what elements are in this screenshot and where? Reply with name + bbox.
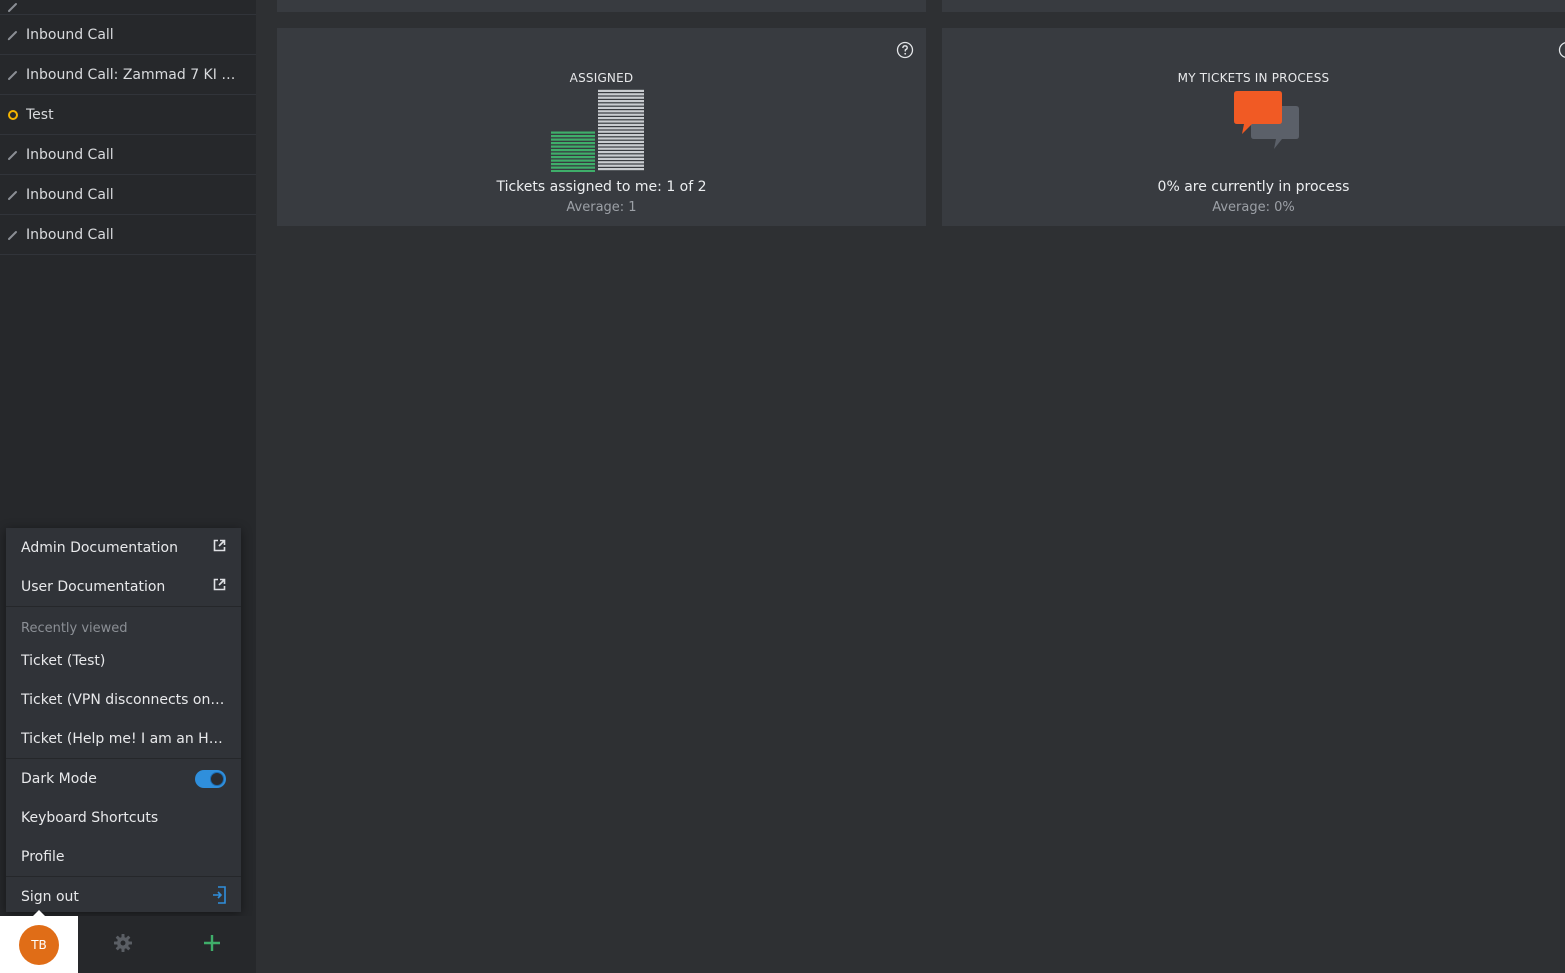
tab-label: Inbound Call: Zammad 7 KI — De... xyxy=(26,66,246,83)
stat-card-partial xyxy=(277,0,926,12)
tab-label: Test xyxy=(26,106,54,123)
dark-mode-item[interactable]: Dark Mode xyxy=(6,759,241,798)
tab-item[interactable]: Inbound Call: Zammad 7 KI — De... xyxy=(0,55,256,95)
tab-item[interactable]: Inbound Call xyxy=(0,15,256,55)
recent-item-label: Ticket (VPN disconnects on Te... xyxy=(21,691,226,708)
sign-out-label: Sign out xyxy=(21,888,79,905)
recent-item[interactable]: Ticket (Test) xyxy=(6,641,241,680)
profile-item[interactable]: Profile xyxy=(6,837,241,876)
keyboard-shortcuts-label: Keyboard Shortcuts xyxy=(21,809,159,826)
assigned-stat-card: ASSIGNED Tickets assigned to me: 1 of 2 … xyxy=(277,28,926,226)
user-avatar-button[interactable]: TB xyxy=(0,910,78,973)
avatar: TB xyxy=(19,924,59,965)
help-icon[interactable] xyxy=(1558,41,1565,63)
dark-mode-toggle[interactable] xyxy=(195,769,226,788)
stat-title: ASSIGNED xyxy=(569,71,634,85)
help-icon[interactable] xyxy=(896,41,914,63)
tab-label: Inbound Call xyxy=(26,186,114,203)
user-documentation-link[interactable]: User Documentation xyxy=(6,567,241,606)
recent-item[interactable]: Ticket (Help me! I am an Hello ... xyxy=(6,719,241,758)
toggle-knob xyxy=(210,771,224,786)
sign-out-icon xyxy=(212,885,226,908)
stat-title: MY TICKETS IN PROCESS xyxy=(1177,71,1330,85)
tab-item-partial[interactable] xyxy=(0,0,256,15)
recently-viewed-heading: Recently viewed xyxy=(21,621,128,636)
stat-card-partial xyxy=(942,0,1565,12)
tab-item[interactable]: Inbound Call xyxy=(0,175,256,215)
tab-item[interactable]: Inbound Call xyxy=(0,135,256,175)
recent-item-label: Ticket (Test) xyxy=(21,652,106,669)
ticket-stack-icon xyxy=(550,84,650,176)
user-documentation-label: User Documentation xyxy=(21,578,166,595)
chat-bubbles-icon xyxy=(1232,88,1302,162)
pencil-icon xyxy=(6,228,20,242)
tab-label: Inbound Call xyxy=(26,146,114,163)
pencil-icon xyxy=(6,148,20,162)
assigned-average-text: Average: 1 xyxy=(566,200,637,215)
user-menu: Admin Documentation User Documentation R… xyxy=(6,528,241,912)
recent-item-label: Ticket (Help me! I am an Hello ... xyxy=(21,730,226,747)
in-process-average-text: Average: 0% xyxy=(1212,200,1295,215)
gear-icon xyxy=(113,933,133,957)
pencil-icon xyxy=(6,28,20,42)
admin-documentation-link[interactable]: Admin Documentation xyxy=(6,528,241,567)
pencil-icon xyxy=(6,0,20,14)
tab-label: Inbound Call xyxy=(26,226,114,243)
admin-documentation-label: Admin Documentation xyxy=(21,539,178,556)
menu-caret xyxy=(33,910,45,916)
profile-label: Profile xyxy=(21,848,65,865)
dark-mode-label: Dark Mode xyxy=(21,770,97,787)
settings-button[interactable] xyxy=(78,916,167,973)
tab-label: Inbound Call xyxy=(26,26,114,43)
tab-item[interactable]: Test xyxy=(0,95,256,135)
tab-item[interactable]: Inbound Call xyxy=(0,215,256,255)
assigned-main-text: Tickets assigned to me: 1 of 2 xyxy=(496,179,707,195)
in-process-main-text: 0% are currently in process xyxy=(1157,179,1350,195)
external-link-icon xyxy=(213,539,226,556)
pencil-icon xyxy=(6,68,20,82)
sidebar: Inbound Call Inbound Call: Zammad 7 KI —… xyxy=(0,0,256,973)
gray-stack-icon xyxy=(598,89,644,171)
external-link-icon xyxy=(213,578,226,595)
plus-icon xyxy=(203,934,221,956)
open-tabs-list: Inbound Call Inbound Call: Zammad 7 KI —… xyxy=(0,0,256,255)
recent-item[interactable]: Ticket (VPN disconnects on Te... xyxy=(6,680,241,719)
new-item-button[interactable] xyxy=(167,916,256,973)
pencil-icon xyxy=(6,188,20,202)
in-process-stat-card: MY TICKETS IN PROCESS 0% are currently i… xyxy=(942,28,1565,226)
bottom-bar: TB xyxy=(0,910,256,973)
open-ticket-circle-icon xyxy=(6,108,20,122)
green-stack-icon xyxy=(551,131,595,173)
keyboard-shortcuts-item[interactable]: Keyboard Shortcuts xyxy=(6,798,241,837)
